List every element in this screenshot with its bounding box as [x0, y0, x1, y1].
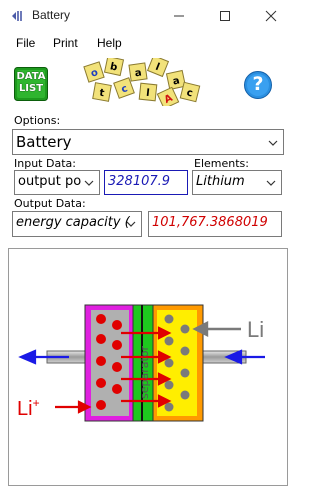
elements-selected-value: Lithium	[196, 174, 245, 189]
options-select[interactable]: Battery	[12, 129, 284, 155]
minimize-icon	[174, 15, 184, 17]
data-list-button[interactable]: DATA LIST	[14, 67, 48, 101]
menu-file[interactable]: File	[16, 36, 35, 50]
title-bar: Battery	[0, 0, 296, 32]
output-data-label: Output Data:	[14, 197, 86, 210]
input-data-select[interactable]: output po	[14, 170, 100, 195]
data-list-line1: DATA	[16, 71, 46, 82]
output-data-select[interactable]: energy capacity (	[12, 211, 142, 237]
input-data-selected-value: output po	[18, 174, 82, 189]
input-number-field[interactable]: 328107.9	[104, 170, 188, 195]
help-glyph: ?	[252, 73, 264, 95]
letter-tiles-logo: o b a l a t c l A c	[82, 54, 202, 110]
maximize-button[interactable]	[203, 4, 247, 28]
li-label: Li	[247, 317, 264, 342]
chevron-down-icon	[126, 221, 136, 227]
output-number-field[interactable]: 101,767.3868019	[148, 211, 282, 237]
help-button[interactable]: ?	[243, 70, 273, 100]
window-title: Battery	[32, 8, 71, 22]
chevron-down-icon	[266, 180, 276, 186]
li-ion-label-text: Li	[17, 398, 33, 420]
separator-label: separator	[138, 345, 151, 399]
output-data-selected-value: energy capacity (	[16, 215, 130, 230]
li-pointer-arrow	[192, 321, 241, 337]
close-button[interactable]	[249, 4, 293, 28]
app-icon	[12, 11, 22, 21]
battery-diagram-panel: separator Li Li+	[8, 248, 288, 486]
battery-diagram: separator Li Li+	[17, 304, 265, 422]
chevron-down-icon	[84, 180, 94, 186]
close-icon	[265, 10, 277, 22]
input-number-value: 328107.9	[108, 174, 171, 189]
menu-bar: File Print Help	[0, 32, 296, 54]
chevron-down-icon	[268, 140, 278, 146]
menu-help[interactable]: Help	[97, 36, 122, 50]
minimize-button[interactable]	[157, 4, 201, 28]
options-selected-value: Battery	[16, 133, 72, 151]
li-ion-label-sup: +	[33, 396, 40, 410]
menu-print[interactable]: Print	[53, 36, 78, 50]
input-data-label: Input Data:	[14, 157, 76, 170]
letter-tiles-icon: o b a l a t c l A c	[83, 54, 201, 110]
elements-label: Elements:	[194, 157, 249, 170]
maximize-icon	[220, 11, 230, 21]
data-list-label: DATA LIST	[14, 71, 48, 95]
options-label: Options:	[14, 114, 61, 127]
data-list-line2: LIST	[18, 83, 44, 94]
elements-select[interactable]: Lithium	[192, 170, 282, 195]
output-number-value: 101,767.3868019	[152, 215, 268, 230]
li-ion-label: Li+	[17, 396, 40, 420]
